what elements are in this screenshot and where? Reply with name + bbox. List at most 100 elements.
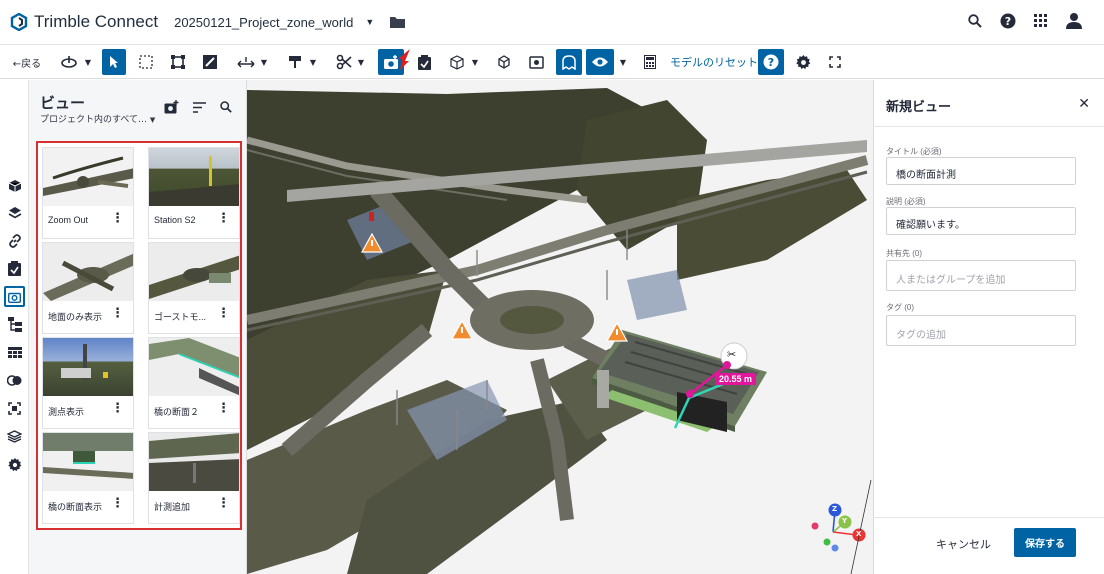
clipboard-check-button[interactable] — [412, 49, 436, 75]
trimble-logo[interactable]: Trimble Connect — [10, 12, 158, 32]
rail-focus[interactable] — [6, 400, 23, 417]
save-button[interactable]: 保存する — [1014, 528, 1076, 557]
search-icon[interactable] — [220, 101, 232, 113]
fullscreen-icon — [829, 56, 841, 68]
markup-icon — [203, 55, 217, 69]
view-card[interactable]: 地面のみ表示 ⋮ — [42, 242, 134, 334]
orbit-icon — [61, 56, 77, 68]
more-options-icon[interactable]: ⋮ — [217, 402, 230, 416]
add-view-camera-icon[interactable] — [164, 100, 179, 114]
description-field-label: 説明 (必須) — [886, 197, 926, 206]
fullscreen-button[interactable] — [824, 49, 846, 75]
description-input[interactable]: 確認願います。 — [886, 207, 1076, 235]
more-options-icon[interactable]: ⋮ — [111, 212, 124, 226]
more-options-icon[interactable]: ⋮ — [111, 402, 124, 416]
rail-todos[interactable] — [6, 260, 23, 277]
title-field-label: タイトル (必須) — [886, 147, 942, 156]
rotate-tool-button[interactable]: ▼ — [56, 49, 96, 75]
scissors-icon[interactable]: ✂ — [727, 348, 736, 361]
more-options-icon[interactable]: ⋮ — [217, 497, 230, 511]
rail-table[interactable] — [6, 344, 23, 361]
measure-tool-button[interactable]: ▼ — [232, 49, 272, 75]
3d-viewport[interactable]: 20.55 m ✂ Z Y X — [247, 80, 873, 574]
view-label: 橋の断面表示 — [48, 502, 103, 512]
project-selector[interactable]: 20250121_Project_zone_world ▼ — [174, 15, 374, 30]
screen-view-button[interactable] — [524, 49, 548, 75]
link-icon — [8, 233, 21, 248]
table-icon — [7, 346, 22, 358]
help-toggle-button[interactable]: ? — [758, 49, 784, 75]
top-right-tools: ? — [968, 12, 1082, 29]
sort-icon[interactable] — [193, 101, 206, 113]
view-card[interactable]: 測点表示 ⋮ — [42, 337, 134, 429]
more-options-icon[interactable]: ⋮ — [111, 497, 124, 511]
rail-extensions[interactable] — [6, 456, 23, 473]
box-select-icon — [139, 55, 153, 69]
panel-title: ビュー — [40, 94, 86, 112]
fit-frame-button[interactable] — [166, 49, 190, 75]
title-input[interactable]: 橋の断面計測 — [886, 157, 1076, 185]
tag-input[interactable]: タグの追加 — [886, 315, 1076, 346]
box-3d-icon — [498, 55, 510, 69]
rail-clash[interactable] — [6, 372, 23, 389]
divider — [874, 126, 1104, 127]
share-input[interactable]: 人またはグループを追加 — [886, 260, 1076, 291]
apps-grid-icon[interactable] — [1034, 13, 1048, 28]
view-card[interactable]: 橋の断面表示 ⋮ — [42, 432, 134, 524]
box-select-button[interactable] — [134, 49, 158, 75]
view-card[interactable]: ゴーストモ... ⋮ — [148, 242, 240, 334]
ghost-mode-button[interactable] — [556, 49, 582, 75]
overlap-circles-icon — [7, 375, 22, 386]
back-button[interactable]: ←戻る — [8, 49, 46, 75]
rail-links[interactable] — [6, 232, 23, 249]
help-icon[interactable]: ? — [1000, 13, 1016, 29]
folder-icon[interactable] — [390, 13, 406, 32]
view-card[interactable]: 計測追加 ⋮ — [148, 432, 240, 524]
axis-label-z: Z — [832, 505, 838, 513]
views-grid: Zoom Out ⋮ Station S2 ⋮ 地面のみ表示 ⋮ ゴーストモ..… — [36, 141, 242, 530]
model-box-button[interactable] — [492, 49, 516, 75]
cancel-button[interactable]: キャンセル — [936, 536, 991, 552]
object-tool-button[interactable]: ▼ — [444, 49, 484, 75]
share-field-label: 共有先 (0) — [886, 249, 922, 258]
panel-title: 新規ビュー — [886, 100, 952, 115]
rail-views[interactable] — [4, 286, 25, 307]
chevron-down-icon: ▼ — [260, 57, 268, 67]
close-icon[interactable]: ✕ — [1078, 96, 1090, 112]
divider — [874, 517, 1104, 518]
visibility-menu-button[interactable]: ▼ — [616, 49, 630, 75]
ghost-icon — [562, 54, 576, 70]
more-options-icon[interactable]: ⋮ — [217, 212, 230, 226]
rail-layers[interactable] — [6, 204, 23, 221]
section-tool-button[interactable]: ▼ — [330, 49, 370, 75]
more-options-icon[interactable]: ⋮ — [111, 307, 124, 321]
select-tool-button[interactable] — [102, 49, 126, 75]
view-thumbnail — [149, 243, 239, 301]
rail-tree[interactable] — [6, 316, 23, 333]
clipboard-check-icon — [417, 54, 431, 70]
more-options-icon[interactable]: ⋮ — [217, 307, 230, 321]
chevron-down-icon: ▼ — [471, 57, 479, 67]
view-card[interactable]: 橋の断面２ ⋮ — [148, 337, 240, 429]
measure-icon — [237, 57, 255, 68]
gear-icon — [7, 457, 21, 471]
rail-models[interactable] — [6, 177, 23, 194]
view-card[interactable]: Station S2 ⋮ — [148, 147, 240, 239]
gear-icon — [795, 54, 810, 69]
rail-stack[interactable] — [6, 428, 23, 445]
settings-button[interactable] — [792, 49, 814, 75]
axis-label-x: X — [856, 530, 862, 538]
view-card[interactable]: Zoom Out ⋮ — [42, 147, 134, 239]
views-filter-dropdown[interactable]: プロジェクト内のすべて… ▼ — [40, 112, 155, 125]
user-avatar-icon[interactable] — [1066, 12, 1082, 29]
frame-icon — [171, 55, 185, 69]
search-icon[interactable] — [968, 13, 982, 28]
reset-model-button[interactable]: モデルのリセット — [670, 54, 758, 70]
visibility-button[interactable] — [586, 49, 614, 75]
calculator-button[interactable] — [638, 49, 662, 75]
clipboard-check-icon — [8, 261, 21, 276]
paint-tool-button[interactable]: ▼ — [282, 49, 322, 75]
cube-outline-icon — [450, 54, 464, 70]
chevron-down-icon: ▼ — [357, 57, 365, 67]
markup-button[interactable] — [198, 49, 222, 75]
